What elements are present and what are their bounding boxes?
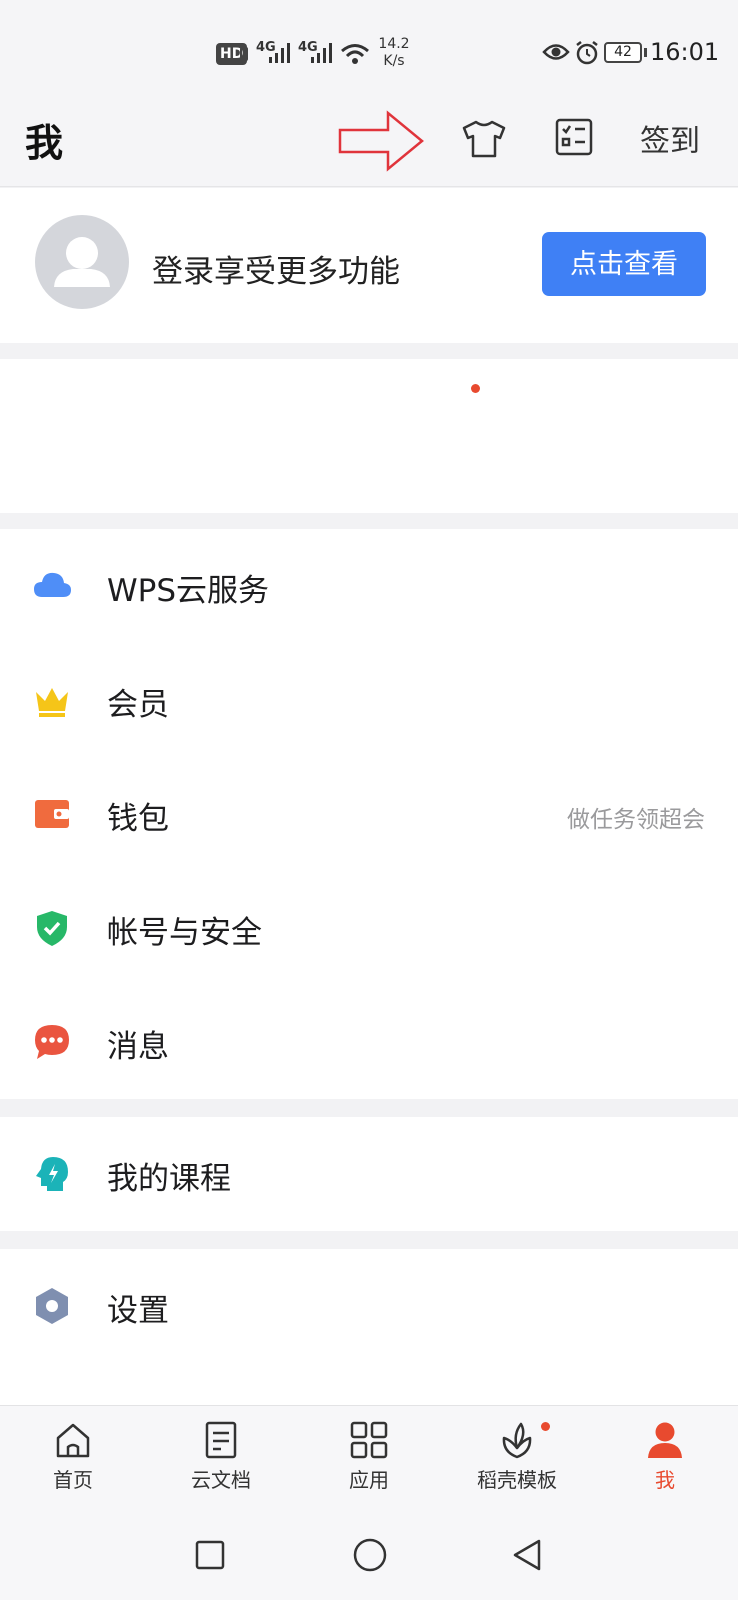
menu-group-settings: 设置 bbox=[0, 1249, 738, 1405]
nav-label: 我 bbox=[655, 1468, 675, 1492]
templates-notification-dot bbox=[541, 1422, 550, 1431]
nav-label: 云文档 bbox=[191, 1468, 251, 1492]
wallet-promo-hint: 做任务领超会 bbox=[567, 807, 705, 833]
avatar[interactable] bbox=[35, 215, 129, 309]
shield-icon bbox=[37, 911, 67, 946]
menu-item-label: WPS云服务 bbox=[107, 573, 270, 609]
signal-2-icon bbox=[311, 43, 332, 63]
default-avatar-icon bbox=[54, 237, 110, 287]
home-icon bbox=[56, 1423, 90, 1458]
cloud-icon bbox=[34, 572, 71, 597]
nav-label: 首页 bbox=[53, 1468, 93, 1492]
nav-tab-home[interactable]: 首页 bbox=[13, 1420, 133, 1500]
document-icon bbox=[205, 1421, 237, 1459]
crown-icon bbox=[36, 688, 68, 717]
menu-item-label: 设置 bbox=[107, 1293, 169, 1329]
nav-tab-templates[interactable]: 稻壳模板 bbox=[457, 1420, 577, 1500]
notification-dot bbox=[471, 384, 480, 393]
leaf-icon bbox=[502, 1422, 532, 1459]
battery-tip bbox=[644, 48, 647, 57]
menu-item-label: 我的课程 bbox=[107, 1161, 231, 1197]
nav-label: 稻壳模板 bbox=[477, 1468, 557, 1492]
nav-label: 应用 bbox=[349, 1468, 389, 1492]
hexagon-settings-icon bbox=[36, 1288, 68, 1324]
tshirt-icon bbox=[462, 120, 506, 158]
chat-bubble-icon bbox=[35, 1025, 69, 1059]
checklist-icon bbox=[555, 118, 593, 156]
checkin-button[interactable]: 签到 bbox=[640, 116, 700, 160]
battery-indicator: 42 bbox=[604, 42, 642, 63]
wifi-icon bbox=[341, 44, 369, 64]
login-prompt[interactable]: 登录享受更多功能 bbox=[152, 246, 400, 291]
back-triangle-button[interactable] bbox=[510, 1537, 544, 1573]
menu-item-label: 会员 bbox=[107, 687, 169, 723]
menu-item-wallet[interactable]: 钱包 做任务领超会 bbox=[0, 757, 738, 871]
menu-group-courses: 我的课程 bbox=[0, 1117, 738, 1231]
sim-icon bbox=[240, 47, 248, 61]
menu-item-label: 消息 bbox=[107, 1029, 169, 1065]
person-icon bbox=[648, 1422, 682, 1458]
apps-grid-icon bbox=[350, 1421, 388, 1459]
nav-tab-cloud-docs[interactable]: 云文档 bbox=[161, 1420, 281, 1500]
network-speed-unit: K/s bbox=[383, 53, 405, 69]
menu-item-cloud-service[interactable]: WPS云服务 bbox=[0, 529, 738, 643]
annotation-arrow-icon bbox=[338, 110, 424, 172]
signal-1-icon bbox=[269, 43, 290, 63]
network-speed-value: 14.2 bbox=[378, 36, 410, 52]
menu-item-label: 钱包 bbox=[107, 801, 169, 837]
home-circle-button[interactable] bbox=[352, 1537, 388, 1573]
nav-tab-me[interactable]: 我 bbox=[605, 1420, 725, 1500]
view-profile-button[interactable]: 点击查看 bbox=[542, 232, 706, 296]
theme-button[interactable] bbox=[458, 112, 510, 164]
menu-item-account-security[interactable]: 帐号与安全 bbox=[0, 871, 738, 985]
menu-group-main: WPS云服务 会员 钱包 做任务领超会 帐号与安全 消息 bbox=[0, 529, 738, 1099]
network-speed: 14.2 K/s bbox=[374, 36, 414, 70]
menu-item-messages[interactable]: 消息 bbox=[0, 985, 738, 1099]
recent-apps-button[interactable] bbox=[194, 1539, 226, 1571]
wallet-icon bbox=[35, 800, 69, 828]
menu-item-label: 帐号与安全 bbox=[107, 915, 262, 951]
alarm-icon bbox=[576, 41, 598, 65]
tasks-button[interactable] bbox=[548, 112, 600, 164]
page-title: 我 bbox=[25, 121, 64, 165]
shortcuts-card bbox=[0, 359, 738, 513]
eye-icon bbox=[542, 44, 570, 60]
menu-item-settings[interactable]: 设置 bbox=[0, 1249, 738, 1363]
clock: 16:01 bbox=[650, 38, 720, 66]
nav-tab-apps[interactable]: 应用 bbox=[309, 1420, 429, 1500]
menu-item-my-courses[interactable]: 我的课程 bbox=[0, 1117, 738, 1231]
menu-item-membership[interactable]: 会员 bbox=[0, 643, 738, 757]
course-head-icon bbox=[36, 1157, 68, 1191]
